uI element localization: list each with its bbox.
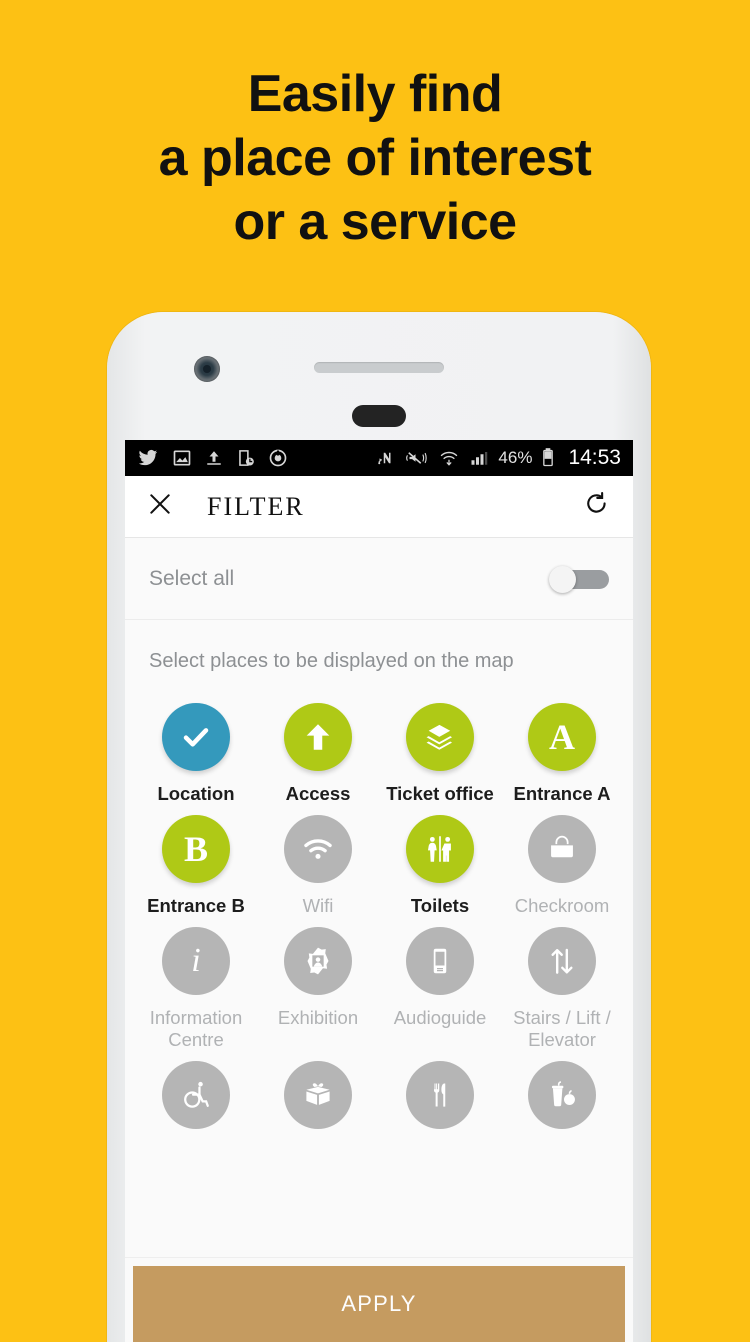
filter-label: Wifi xyxy=(302,895,334,916)
filter-label: Audioguide xyxy=(393,1007,487,1028)
filter-circle[interactable]: A xyxy=(528,703,596,771)
close-icon[interactable] xyxy=(147,491,173,522)
phone-mockup: 46% 14:53 FILTER Select all Select place… xyxy=(107,312,651,1342)
filter-item-entrance-b[interactable]: B Entrance B xyxy=(135,805,257,917)
audioguide-icon xyxy=(433,948,447,974)
filter-label: Entrance B xyxy=(147,895,245,916)
filter-circle[interactable] xyxy=(406,815,474,883)
filter-circle[interactable] xyxy=(528,815,596,883)
battery-icon xyxy=(543,448,554,467)
filter-circle[interactable] xyxy=(284,927,352,995)
apply-bar: APPLY xyxy=(125,1257,633,1342)
filter-item-restaurant[interactable] xyxy=(379,1051,501,1141)
screenshot-timer-icon xyxy=(239,450,254,466)
headline-line-3: or a service xyxy=(233,193,517,251)
filter-label: Toilets xyxy=(410,895,470,916)
filter-item-checkroom[interactable]: Checkroom xyxy=(501,805,623,917)
filter-label: Access xyxy=(285,783,351,804)
up-down-arrows-icon xyxy=(551,948,573,974)
check-icon xyxy=(183,728,209,747)
filter-label: Ticket office xyxy=(386,783,494,804)
filter-label: Location xyxy=(157,783,235,804)
filter-item-access[interactable]: Access xyxy=(257,693,379,805)
filter-circle[interactable] xyxy=(284,815,352,883)
filter-item-entrance-a[interactable]: A Entrance A xyxy=(501,693,623,805)
phone-screen: 46% 14:53 FILTER Select all Select place… xyxy=(125,440,633,1342)
filter-circle[interactable] xyxy=(528,1061,596,1129)
filter-circle[interactable]: i xyxy=(162,927,230,995)
filter-item-food-drink[interactable] xyxy=(501,1051,623,1141)
filter-circle[interactable]: B xyxy=(162,815,230,883)
food-drink-icon xyxy=(552,1081,575,1107)
signal-icon xyxy=(471,452,488,465)
reset-icon[interactable] xyxy=(583,490,611,523)
sensor-strip xyxy=(352,405,406,427)
status-bar-right-icons: 46% 14:53 xyxy=(376,446,621,470)
filter-label: Exhibition xyxy=(277,1007,359,1028)
bag-icon xyxy=(551,835,573,858)
filter-item-stairs-lift-elevator[interactable]: Stairs / Lift / Elevator xyxy=(501,917,623,1051)
wifi-icon xyxy=(441,451,458,466)
filter-item-location[interactable]: Location xyxy=(135,693,257,805)
filter-circle[interactable] xyxy=(162,1061,230,1129)
gift-icon xyxy=(306,1083,330,1105)
filter-item-exhibition[interactable]: Exhibition xyxy=(257,917,379,1051)
filter-circle[interactable] xyxy=(528,927,596,995)
page-title: FILTER xyxy=(207,491,305,521)
wifi-icon xyxy=(304,839,332,859)
filter-circle[interactable] xyxy=(406,927,474,995)
filter-item-information-centre[interactable]: i Information Centre xyxy=(135,917,257,1051)
earpiece-speaker xyxy=(314,362,444,373)
filter-circle[interactable] xyxy=(284,703,352,771)
status-bar-left-icons xyxy=(137,448,288,468)
headline-line-2: a place of interest xyxy=(158,129,592,187)
tickets-icon xyxy=(426,724,453,750)
filter-item-toilets[interactable]: Toilets xyxy=(379,805,501,917)
filter-item-audioguide[interactable]: Audioguide xyxy=(379,917,501,1051)
filter-item-souvenirs[interactable] xyxy=(257,1051,379,1141)
info-icon: i xyxy=(191,942,201,979)
status-bar: 46% 14:53 xyxy=(125,440,633,476)
filter-grid: Location Access Ticket office A Entrance… xyxy=(125,685,633,1141)
app-bar: FILTER xyxy=(125,476,633,538)
filter-label: Stairs / Lift / Elevator xyxy=(513,1007,611,1050)
filter-circle[interactable] xyxy=(406,1061,474,1129)
battery-percent-label: 46% xyxy=(498,448,533,467)
promo-headline: Easily find a place of interest or a ser… xyxy=(0,62,750,254)
apply-button[interactable]: APPLY xyxy=(133,1266,625,1342)
filter-circle[interactable] xyxy=(284,1061,352,1129)
filter-circle[interactable] xyxy=(406,703,474,771)
mute-vibrate-icon xyxy=(406,452,428,464)
arrow-up-icon xyxy=(306,724,330,750)
toggle-knob xyxy=(549,565,576,593)
letter-b-icon: B xyxy=(183,829,208,869)
headline-line-1: Easily find xyxy=(247,65,503,123)
upload-icon xyxy=(207,451,221,465)
picture-frame-icon xyxy=(307,947,329,975)
select-all-row[interactable]: Select all xyxy=(125,538,633,620)
nfc-icon xyxy=(378,452,391,465)
filter-label: Checkroom xyxy=(514,895,610,916)
select-all-toggle[interactable] xyxy=(549,565,609,593)
toilets-icon xyxy=(427,836,451,862)
filter-label: Entrance A xyxy=(513,783,611,804)
filter-hint-text: Select places to be displayed on the map xyxy=(125,620,633,685)
wheelchair-icon xyxy=(184,1081,209,1108)
select-all-label: Select all xyxy=(149,566,235,590)
letter-a-icon: A xyxy=(549,717,575,757)
filter-circle[interactable] xyxy=(162,703,230,771)
filter-item-wifi[interactable]: Wifi xyxy=(257,805,379,917)
filter-item-accessibility[interactable] xyxy=(135,1051,257,1141)
filter-label: Information Centre xyxy=(149,1007,243,1050)
status-bar-clock: 14:53 xyxy=(568,446,621,469)
cutlery-icon xyxy=(433,1083,446,1107)
filter-item-ticket-office[interactable]: Ticket office xyxy=(379,693,501,805)
power-saver-icon xyxy=(269,449,287,467)
image-icon xyxy=(173,450,191,466)
twitter-icon xyxy=(138,449,158,466)
front-camera-icon xyxy=(194,356,220,382)
